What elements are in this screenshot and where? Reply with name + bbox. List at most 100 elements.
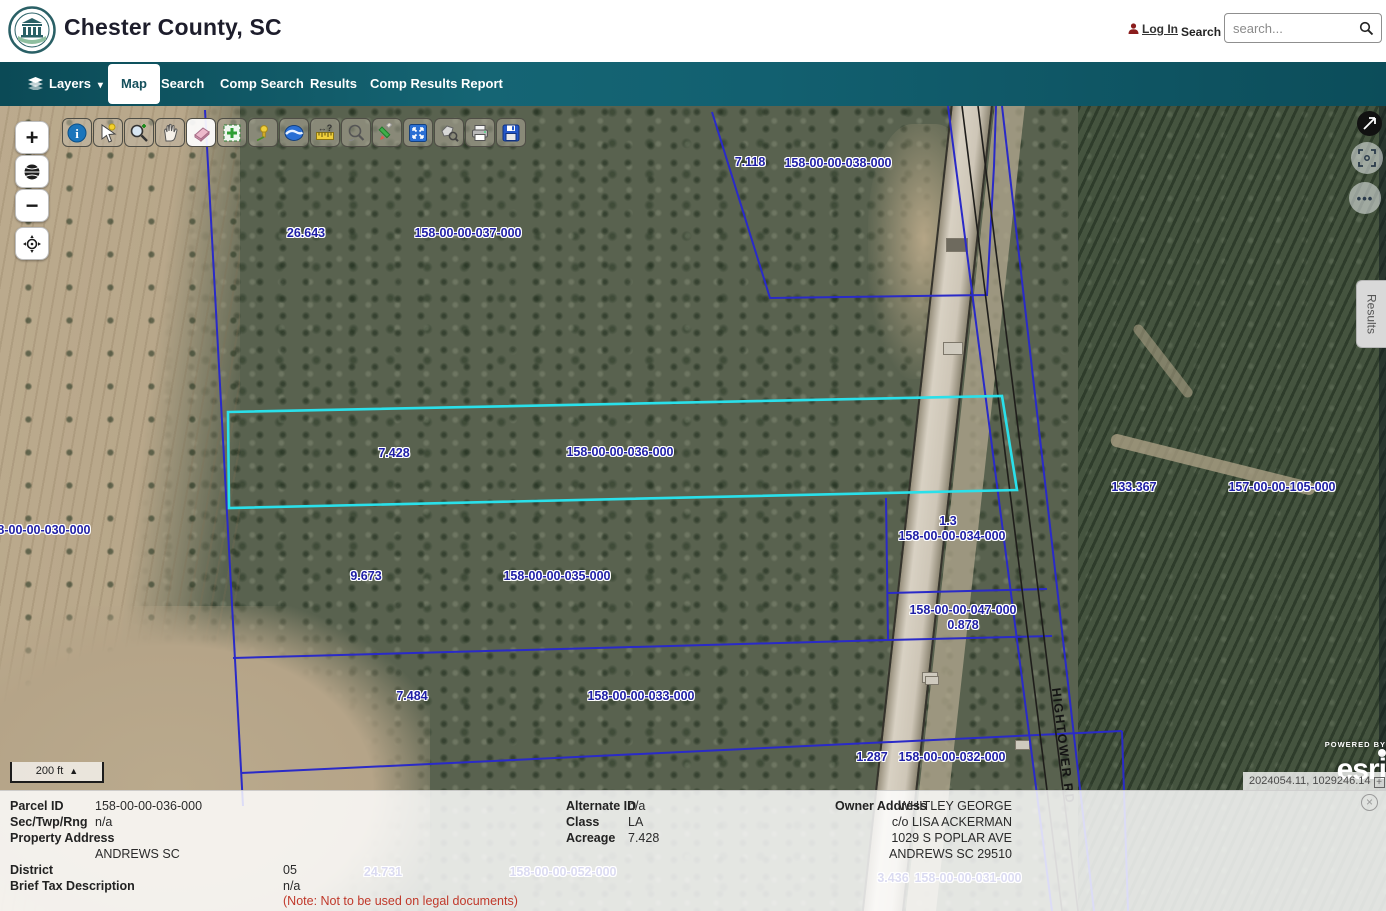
owner-street: 1029 S POPLAR AVE [891,831,1012,845]
home-extent-button[interactable] [15,155,49,188]
parcel-label: 158-00-00-034-000 [898,529,1005,543]
parcel-label: 158-00-00-038-000 [784,156,891,170]
export-shape-button[interactable] [434,118,464,147]
header-search-box [1224,13,1382,43]
select-features-button[interactable] [93,118,123,147]
tab-results[interactable]: Results [310,62,357,106]
legal-note: (Note: Not to be used on legal documents… [283,894,518,908]
parcel-label: 133.367 [1111,480,1156,494]
more-options-button[interactable]: ••• [1349,182,1381,214]
layers-icon [28,77,43,90]
plus-icon: + [26,127,39,149]
tab-comp-search[interactable]: Comp Search [220,62,304,106]
parcel-label: 158-00-00-033-000 [587,689,694,703]
parcel-label: 1.3 [939,514,956,528]
google-earth-button[interactable] [279,118,309,147]
parcel-label: 158-00-00-035-000 [503,569,610,583]
google-earth-icon [284,123,304,143]
zoom-out-button[interactable]: − [15,189,49,222]
scale-bar: 200 ft▲ [10,762,104,783]
results-side-tab[interactable]: Results [1356,280,1386,348]
search-input[interactable] [1233,14,1353,42]
parcel-label: 9.673 [350,569,381,583]
eraser-button[interactable] [186,118,216,147]
focus-icon [1358,149,1376,167]
field-label: Parcel ID [10,799,64,813]
export-shape-icon [439,123,459,143]
parcel-label: 158-00-00-030-000 [0,523,91,537]
zoom-extent-button[interactable] [403,118,433,147]
zoom-in-box-icon [129,123,149,143]
parcel-info-panel: Parcel ID 158-00-00-036-000 Sec/Twp/Rng … [0,790,1386,911]
svg-text:i: i [75,126,79,141]
tab-map[interactable]: Map [108,64,160,104]
parcel-label: 7.428 [378,446,409,460]
measure-icon: ↔? [315,123,335,143]
identify-icon: i [67,123,87,143]
scale-toggle-icon[interactable]: ▲ [69,766,78,776]
parcel-id-value: 158-00-00-036-000 [95,799,202,813]
zoom-in-button[interactable]: + [15,121,49,154]
identify-button[interactable]: i [62,118,92,147]
acreage-value: 7.428 [628,831,659,845]
draw-button[interactable] [372,118,402,147]
tab-comp-results[interactable]: Comp Results [370,62,457,106]
pan-icon [160,123,180,143]
tab-search[interactable]: Search [161,62,204,106]
page-title: Chester County, SC [64,14,282,41]
owner-care-of: c/o LISA ACKERMAN [892,815,1012,829]
save-button[interactable] [496,118,526,147]
tab-report[interactable]: Report [461,62,503,106]
map-toolbar: i ↔? [62,118,526,147]
pushpin-button[interactable] [248,118,278,147]
locate-button[interactable] [15,227,49,260]
owner-name: WHITLEY GEORGE [898,799,1012,813]
minus-icon: − [26,195,39,217]
county-seal-logo [8,6,56,54]
parcel-label: 7.484 [396,689,427,703]
pushpin-icon [253,123,273,143]
chevron-down-icon: ▾ [98,80,103,91]
globe-icon [22,162,42,182]
measure-button[interactable]: ↔? [310,118,340,147]
alternate-id-value: n/a [628,799,645,813]
parcel-label: 158-00-00-036-000 [566,445,673,459]
crosshair-icon [22,234,42,254]
close-icon[interactable]: × [1361,794,1378,811]
parcel-label: 157-00-00-105-000 [1228,480,1335,494]
select-features-icon [98,123,118,143]
add-selection-button[interactable] [217,118,247,147]
zoom-extent-icon [408,123,428,143]
svg-text:↔?: ↔? [318,123,333,133]
field-label: Alternate ID [566,799,636,813]
property-address-value: ANDREWS SC [95,847,180,861]
header-search-label: Search [1181,25,1221,39]
print-button[interactable] [465,118,495,147]
add-selection-icon [222,123,242,143]
brief-tax-value: n/a [283,879,300,893]
parcel-label: 7.118 [735,155,766,169]
zoom-to-button[interactable] [341,118,371,147]
parcel-label: 26.643 [287,226,325,240]
parcel-label: 1.287 [856,750,887,764]
field-label: Class [566,815,599,829]
coordinate-settings-icon[interactable]: + [1374,777,1385,788]
print-icon [470,123,490,143]
layers-menu[interactable]: Layers▾ [28,62,103,106]
arrow-icon [1363,117,1376,130]
field-label: District [10,863,53,877]
pan-button[interactable] [155,118,185,147]
save-icon [501,123,521,143]
parcel-label: 158-00-00-037-000 [414,226,521,240]
parcel-label: 158-00-00-032-000 [898,750,1005,764]
login-link[interactable]: Log In [1128,22,1178,36]
parcel-label: 158-00-00-047-000 [909,603,1016,617]
ellipsis-icon: ••• [1357,191,1374,206]
eraser-icon [191,123,211,143]
search-icon[interactable] [1359,21,1374,36]
share-button[interactable] [1357,111,1382,136]
extent-focus-button[interactable] [1351,142,1383,174]
zoom-in-box-button[interactable] [124,118,154,147]
sec-twp-rng-value: n/a [95,815,112,829]
coordinate-readout: 2024054.11, 1029246.14+ [1243,772,1386,791]
